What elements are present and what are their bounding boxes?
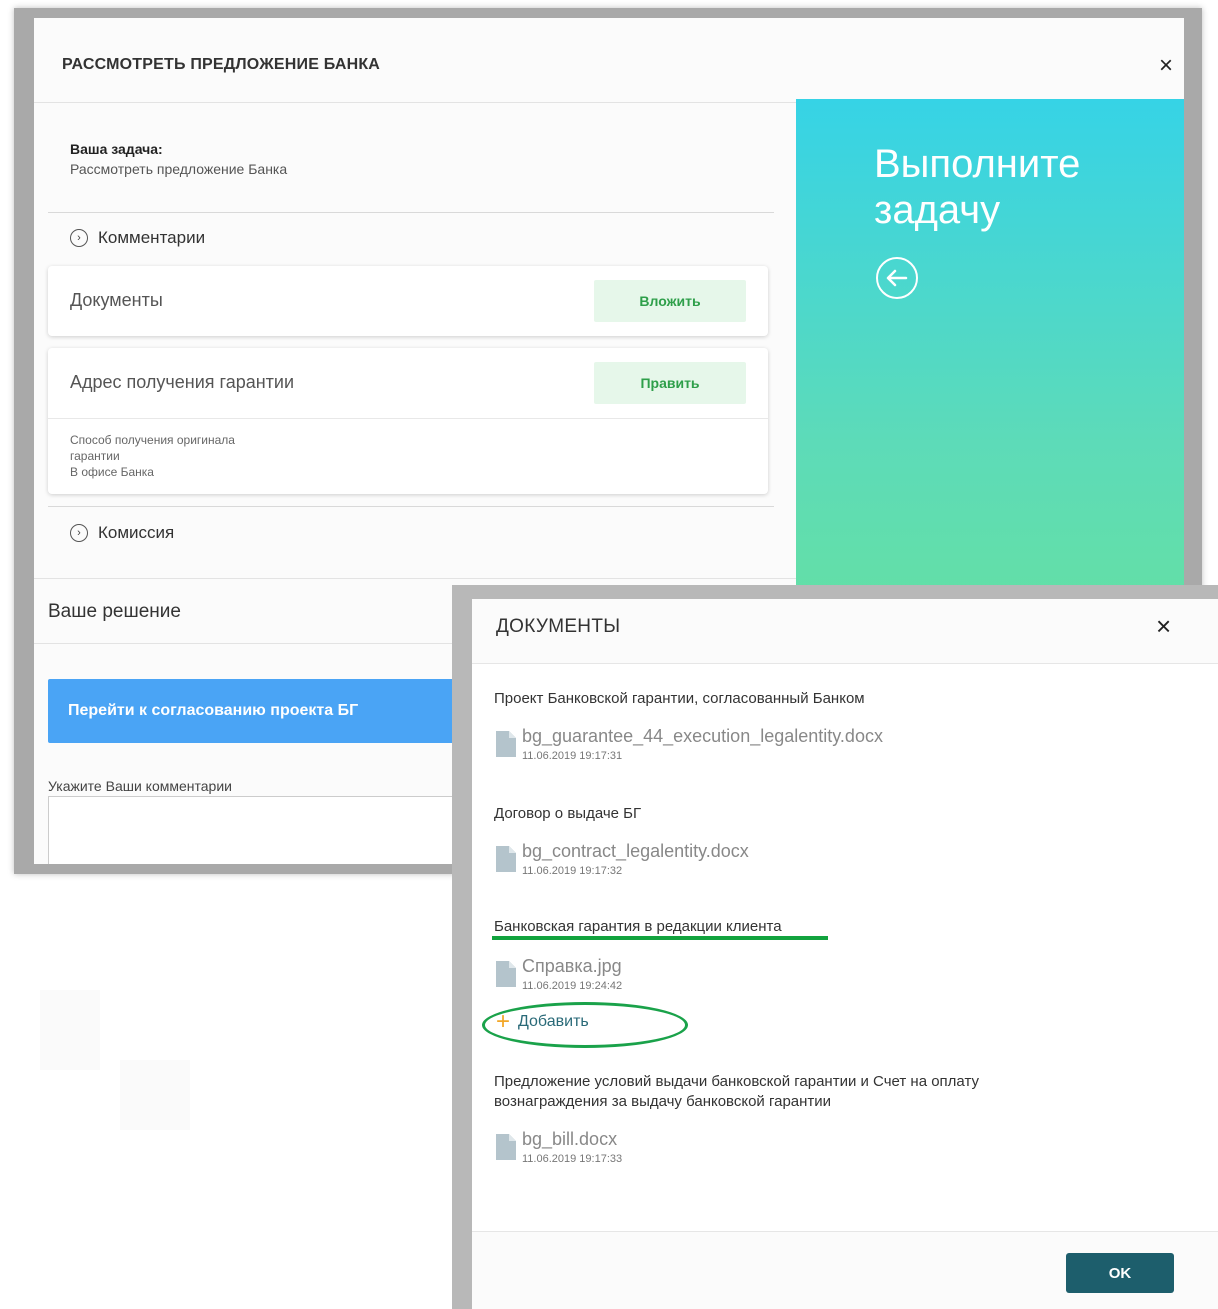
document-section-title: Договор о выдаче БГ <box>494 805 642 822</box>
document-section-title: Банковская гарантия в редакции клиента <box>494 918 782 935</box>
comment-label: Укажите Ваши комментарии <box>48 778 232 794</box>
file-date: 11.06.2019 19:17:31 <box>522 750 623 762</box>
modal-title: РАССМОТРЕТЬ ПРЕДЛОЖЕНИЕ БАНКА <box>62 56 381 73</box>
decision-title: Ваше решение <box>48 601 181 622</box>
delivery-method-line: Способ получения оригинала <box>70 433 235 447</box>
highlight-underline <box>492 936 828 940</box>
documents-modal-header: ДОКУМЕНТЫ × <box>472 599 1218 664</box>
file-icon <box>496 731 516 757</box>
file-icon <box>496 1134 516 1160</box>
documents-card: Документы Вложить <box>48 266 768 336</box>
documents-card-label: Документы <box>70 290 163 310</box>
close-icon[interactable]: × <box>1156 613 1171 639</box>
approve-bg-draft-button[interactable]: Перейти к согласованию проекта БГ <box>48 679 468 743</box>
file-date: 11.06.2019 19:17:33 <box>522 1153 623 1165</box>
delivery-method-value: В офисе Банка <box>70 465 154 479</box>
comments-section-label: Комментарии <box>98 228 206 247</box>
close-icon[interactable]: × <box>1159 54 1173 78</box>
edit-button[interactable]: Править <box>594 362 746 404</box>
document-section-title: Предложение условий выдачи банковской га… <box>494 1073 979 1110</box>
address-card-label: Адрес получения гарантии <box>70 372 295 392</box>
divider <box>34 102 796 103</box>
divider <box>48 212 774 213</box>
complete-task-title: Выполните задачу <box>874 142 1081 232</box>
file-date: 11.06.2019 19:17:32 <box>522 865 623 877</box>
background-shape <box>120 1060 190 1130</box>
attach-button[interactable]: Вложить <box>594 280 746 322</box>
task-text: Рассмотреть предложение Банка <box>70 161 288 177</box>
file-item[interactable]: bg_contract_legalentity.docx 11.06.2019 … <box>496 840 749 878</box>
highlight-ellipse <box>482 1002 688 1048</box>
divider <box>34 578 796 579</box>
file-name[interactable]: bg_guarantee_44_execution_legalentity.do… <box>522 725 883 747</box>
file-name[interactable]: bg_contract_legalentity.docx <box>522 840 749 862</box>
document-section-title: Проект Банковской гарантии, согласованны… <box>494 690 865 707</box>
commission-section-label: Комиссия <box>98 523 175 542</box>
address-card: Адрес получения гарантии Править Способ … <box>48 348 768 494</box>
file-item[interactable]: Справка.jpg 11.06.2019 19:24:42 <box>496 955 622 993</box>
divider <box>48 506 774 507</box>
file-date: 11.06.2019 19:24:42 <box>522 980 623 992</box>
documents-modal: ДОКУМЕНТЫ × Проект Банковской гарантии, … <box>472 599 1218 1309</box>
task-label: Ваша задача: <box>70 141 163 157</box>
arrow-left-icon <box>886 269 908 287</box>
arrow-left-circle-icon[interactable] <box>876 257 918 299</box>
documents-modal-frame: ДОКУМЕНТЫ × Проект Банковской гарантии, … <box>452 585 1218 1309</box>
ok-button[interactable]: OK <box>1066 1253 1174 1293</box>
delivery-method-label: Способ получения оригинала гарантии В оф… <box>70 432 235 480</box>
documents-modal-title: ДОКУМЕНТЫ <box>496 616 621 637</box>
chevron-right-icon: › <box>70 229 88 247</box>
file-name[interactable]: Справка.jpg <box>522 955 622 977</box>
comments-section-toggle[interactable]: › Комментарии <box>70 228 205 248</box>
chevron-right-icon: › <box>70 524 88 542</box>
commission-section-toggle[interactable]: › Комиссия <box>70 523 174 543</box>
file-name[interactable]: bg_bill.docx <box>522 1128 622 1150</box>
comment-textarea[interactable] <box>48 796 468 864</box>
file-icon <box>496 961 516 987</box>
background-shape <box>40 990 100 1070</box>
file-item[interactable]: bg_bill.docx 11.06.2019 19:17:33 <box>496 1128 622 1166</box>
file-icon <box>496 846 516 872</box>
divider <box>48 418 768 419</box>
file-item[interactable]: bg_guarantee_44_execution_legalentity.do… <box>496 725 883 763</box>
delivery-method-line: гарантии <box>70 449 120 463</box>
